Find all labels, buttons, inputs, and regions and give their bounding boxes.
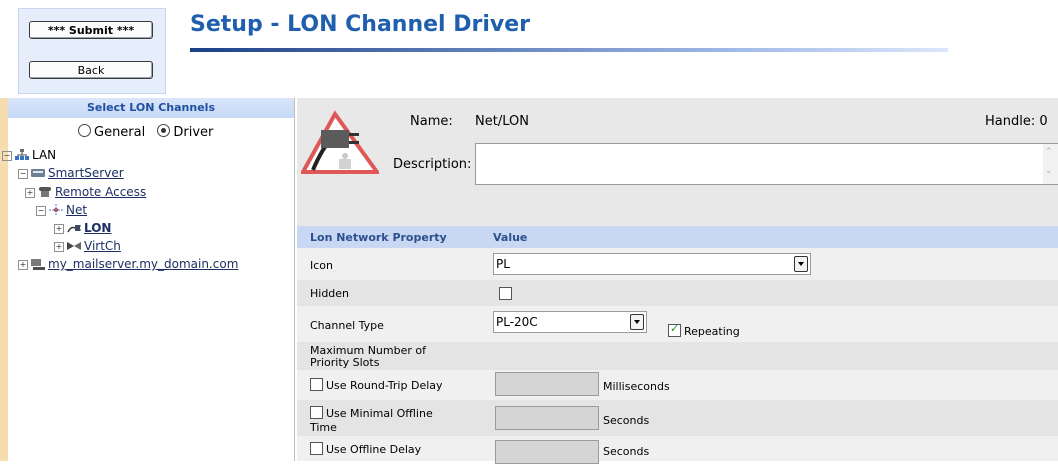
- name-value: Net/LON: [475, 114, 529, 129]
- radio-general-label: General: [94, 125, 146, 140]
- table-row-icon: Icon PL: [297, 248, 1058, 280]
- chevron-down-icon[interactable]: [630, 314, 644, 330]
- hidden-checkbox[interactable]: [499, 287, 512, 300]
- hidden-label: Hidden: [310, 287, 350, 300]
- offline-delay-unit: Seconds: [603, 445, 650, 458]
- properties-table-header: Lon Network Property Value: [297, 226, 1058, 248]
- scroll-down-icon[interactable]: ⌄: [1045, 166, 1053, 176]
- radio-driver-icon: [157, 124, 171, 137]
- offline-delay-input[interactable]: [495, 440, 599, 464]
- minimal-offline-label-line1: Use Minimal Offline: [326, 407, 433, 420]
- name-label: Name:: [410, 114, 453, 129]
- table-row-minimal-offline: Use Minimal Offline Time Seconds: [297, 400, 1058, 436]
- repeating-checkbox[interactable]: [668, 322, 681, 337]
- channel-selector-panel: Select LON Channels General Driver − LAN…: [2, 98, 295, 461]
- radio-driver[interactable]: Driver: [157, 124, 214, 140]
- round-trip-option[interactable]: Use Round-Trip Delay: [310, 378, 443, 392]
- channel-type-label: Channel Type: [310, 319, 384, 332]
- minimal-offline-input[interactable]: [495, 406, 599, 430]
- priority-slots-label: Maximum Number of Priority Slots: [310, 345, 426, 369]
- plug-icon: [67, 222, 81, 234]
- mail-server-icon: [31, 258, 45, 270]
- phone-icon: [38, 186, 52, 198]
- expand-icon[interactable]: +: [25, 188, 35, 198]
- tree-label-remote-access[interactable]: Remote Access: [55, 185, 146, 199]
- net-icon: [49, 204, 63, 216]
- table-row-offline-delay: Use Offline Delay Seconds: [297, 436, 1058, 464]
- repeating-toggle[interactable]: Repeating: [668, 322, 740, 338]
- tree-label-virtch[interactable]: VirtCh: [84, 239, 121, 253]
- minimal-offline-label-line2: Time: [310, 421, 337, 434]
- tree-node-virtch[interactable]: + VirtCh: [54, 239, 121, 253]
- repeating-label: Repeating: [684, 325, 740, 338]
- driver-icon: [299, 110, 381, 176]
- network-icon: [15, 149, 29, 161]
- icon-label: Icon: [310, 259, 333, 272]
- minimal-offline-checkbox[interactable]: [310, 406, 323, 419]
- collapse-icon[interactable]: −: [18, 169, 28, 179]
- round-trip-label: Use Round-Trip Delay: [326, 379, 443, 392]
- virtual-channel-icon: [67, 240, 81, 252]
- collapse-icon[interactable]: −: [2, 151, 12, 161]
- tree-node-lon[interactable]: + LON: [54, 221, 111, 235]
- icon-select-value: PL: [496, 257, 510, 271]
- scroll-up-icon[interactable]: ⌃: [1045, 147, 1053, 157]
- radio-general-icon: [78, 124, 91, 137]
- channel-type-value: PL-20C: [496, 315, 538, 329]
- offline-delay-option[interactable]: Use Offline Delay: [310, 442, 421, 456]
- tree-label-lon[interactable]: LON: [84, 221, 111, 235]
- minimal-offline-unit: Seconds: [603, 414, 650, 427]
- tree-label-mailserver[interactable]: my_mailserver.my_domain.com: [48, 257, 238, 271]
- description-label: Description:: [393, 157, 472, 172]
- tree-label-smartserver[interactable]: SmartServer: [48, 166, 124, 180]
- expand-icon[interactable]: +: [54, 242, 64, 252]
- icon-select[interactable]: PL: [493, 253, 811, 275]
- minimal-offline-option[interactable]: Use Minimal Offline Time: [310, 406, 433, 435]
- column-header-property: Lon Network Property: [310, 231, 447, 244]
- tree-node-mailserver[interactable]: + my_mailserver.my_domain.com: [18, 257, 238, 271]
- radio-general[interactable]: General: [78, 124, 146, 140]
- description-scrollbar[interactable]: ⌃ ⌄: [1043, 144, 1058, 184]
- expand-icon[interactable]: +: [18, 260, 28, 270]
- table-row-hidden: Hidden: [297, 280, 1058, 306]
- table-row-channel-type: Channel Type PL-20C Repeating: [297, 306, 1058, 342]
- tree-label-net[interactable]: Net: [66, 203, 87, 217]
- panel-heading: Select LON Channels: [8, 98, 294, 118]
- command-panel: *** Submit *** Back: [18, 8, 166, 94]
- tree-node-remote-access[interactable]: + Remote Access: [25, 185, 146, 199]
- back-button[interactable]: Back: [29, 61, 153, 79]
- title-underline: [190, 48, 948, 52]
- channel-type-select[interactable]: PL-20C: [493, 311, 647, 333]
- round-trip-input[interactable]: [495, 372, 599, 396]
- offline-delay-checkbox[interactable]: [310, 442, 323, 455]
- handle-label: Handle: 0: [985, 114, 1048, 129]
- tree-node-net[interactable]: − Net: [36, 203, 87, 217]
- radio-driver-label: Driver: [173, 125, 214, 140]
- properties-panel: Name: Net/LON Handle: 0 Description: ⌃ ⌄…: [297, 98, 1058, 464]
- priority-slots-label-line2: Priority Slots: [310, 356, 380, 369]
- collapse-icon[interactable]: −: [36, 206, 46, 216]
- table-row-round-trip: Use Round-Trip Delay Milliseconds: [297, 370, 1058, 400]
- column-header-value: Value: [493, 231, 528, 244]
- expand-icon[interactable]: +: [54, 224, 64, 234]
- server-icon: [31, 167, 45, 179]
- table-row-priority-slots: Maximum Number of Priority Slots: [297, 342, 1058, 370]
- tree-label-lan: LAN: [32, 148, 57, 162]
- round-trip-checkbox[interactable]: [310, 378, 323, 391]
- page-title: Setup - LON Channel Driver: [190, 12, 531, 37]
- mode-radio-group: General Driver: [78, 124, 213, 140]
- round-trip-unit: Milliseconds: [603, 380, 670, 393]
- submit-button[interactable]: *** Submit ***: [29, 21, 153, 39]
- chevron-down-icon[interactable]: [794, 256, 808, 272]
- tree-node-lan[interactable]: − LAN: [2, 148, 56, 162]
- description-field[interactable]: ⌃ ⌄: [475, 143, 1058, 185]
- offline-delay-label: Use Offline Delay: [326, 443, 422, 456]
- tree-node-smartserver[interactable]: − SmartServer: [18, 166, 124, 180]
